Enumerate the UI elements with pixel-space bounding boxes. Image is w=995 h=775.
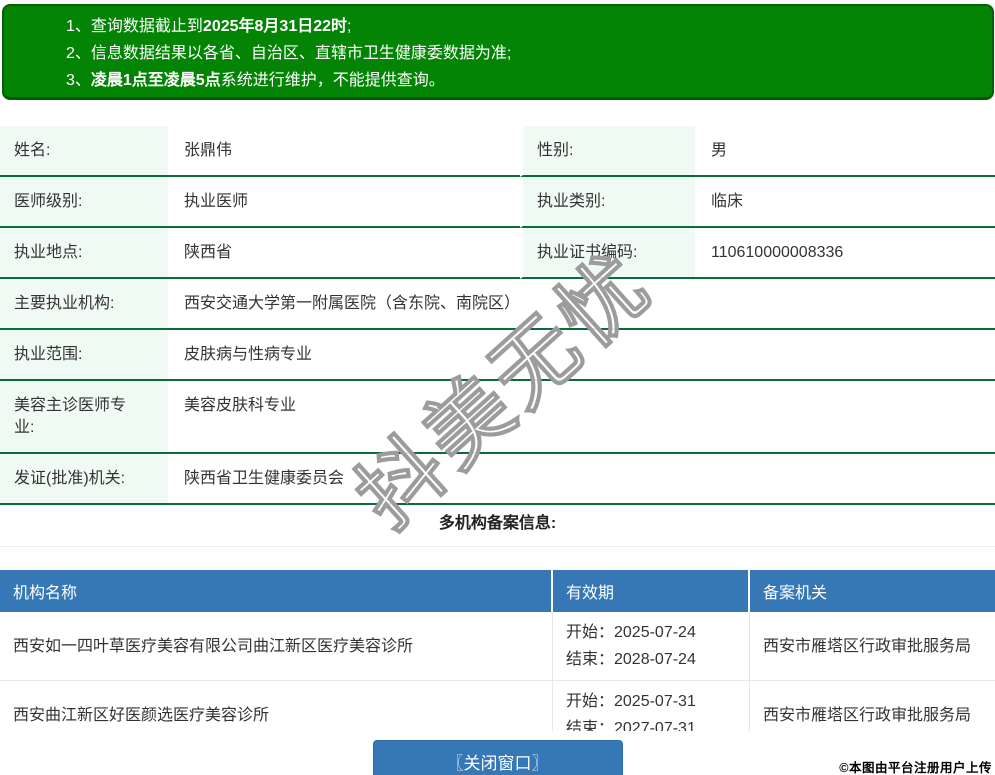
divider [0,546,995,547]
records-table-viewport: 机构名称 有效期 备案机关 西安如一四叶草医疗美容有限公司曲江新区医疗美容诊所 … [0,570,995,731]
main-org-label: 主要执业机构: [0,279,168,330]
validity-start: 开始：2025-07-31 [566,693,696,710]
certificate-number-value: 110610000008336 [695,228,995,279]
cosmetic-specialty-label: 美容主诊医师专业: [0,381,168,454]
validity-cell: 开始：2025-07-24 结束：2028-07-24 [553,612,750,681]
doctor-level-label: 医师级别: [0,177,168,228]
notice-line-1: 1、查询数据截止到2025年8月31日22时; [66,18,352,35]
table-row: 西安如一四叶草医疗美容有限公司曲江新区医疗美容诊所 开始：2025-07-24 … [0,612,995,681]
filing-authority-column-header: 备案机关 [750,570,995,612]
practitioner-info-table: 姓名: 张鼎伟 性别: 男 医师级别: 执业医师 执业类别: 临床 执业地点: … [0,126,995,505]
practice-scope-value: 皮肤病与性病专业 [168,330,995,381]
validity-cell: 开始：2025-07-31 结束：2027-07-31 [553,681,750,731]
validity-start: 开始：2025-07-24 [566,624,696,641]
table-row: 执业范围: 皮肤病与性病专业 [0,330,995,381]
records-table: 机构名称 有效期 备案机关 西安如一四叶草医疗美容有限公司曲江新区医疗美容诊所 … [0,570,995,731]
practice-category-value: 临床 [695,177,995,228]
table-row: 执业地点: 陕西省 执业证书编码: 110610000008336 [0,228,995,279]
validity-end: 结束：2028-07-24 [566,651,696,668]
practice-location-value: 陕西省 [168,228,520,279]
cosmetic-specialty-value: 美容皮肤科专业 [168,381,995,454]
main-org-value: 西安交通大学第一附属医院（含东院、南院区） [168,279,995,330]
certificate-number-label: 执业证书编码: [520,228,695,279]
gender-label: 性别: [520,126,695,177]
doctor-level-value: 执业医师 [168,177,520,228]
practice-location-label: 执业地点: [0,228,168,279]
gender-value: 男 [695,126,995,177]
practice-scope-label: 执业范围: [0,330,168,381]
notice-line-3: 3、凌晨1点至凌晨5点系统进行维护，不能提供查询。 [66,72,445,89]
filing-authority-cell: 西安市雁塔区行政审批服务局 [750,612,995,681]
table-row: 主要执业机构: 西安交通大学第一附属医院（含东院、南院区） [0,279,995,330]
table-row: 发证(批准)机关: 陕西省卫生健康委员会 [0,454,995,505]
upload-attribution-watermark: ©本图由平台注册用户上传 [839,761,992,775]
table-row: 医师级别: 执业医师 执业类别: 临床 [0,177,995,228]
name-value: 张鼎伟 [168,126,520,177]
org-name-column-header: 机构名称 [0,570,553,612]
practice-category-label: 执业类别: [520,177,695,228]
issuing-authority-value: 陕西省卫生健康委员会 [168,454,995,505]
org-name-cell: 西安如一四叶草医疗美容有限公司曲江新区医疗美容诊所 [0,612,553,681]
close-window-button[interactable]: 〖关闭窗口〗 [372,740,623,775]
notice-banner: 1、查询数据截止到2025年8月31日22时; 2、信息数据结果以各省、自治区、… [2,4,994,100]
validity-end: 结束：2027-07-31 [566,720,696,731]
validity-column-header: 有效期 [553,570,750,612]
table-row: 姓名: 张鼎伟 性别: 男 [0,126,995,177]
filing-authority-cell: 西安市雁塔区行政审批服务局 [750,681,995,731]
name-label: 姓名: [0,126,168,177]
issuing-authority-label: 发证(批准)机关: [0,454,168,505]
table-row: 西安曲江新区好医颜选医疗美容诊所 开始：2025-07-31 结束：2027-0… [0,681,995,731]
table-row: 美容主诊医师专业: 美容皮肤科专业 [0,381,995,454]
multi-org-section-title: 多机构备案信息: [438,515,557,532]
notice-line-2: 2、信息数据结果以各省、自治区、直辖市卫生健康委数据为准; [66,45,512,62]
records-header-row: 机构名称 有效期 备案机关 [0,570,995,612]
org-name-cell: 西安曲江新区好医颜选医疗美容诊所 [0,681,553,731]
